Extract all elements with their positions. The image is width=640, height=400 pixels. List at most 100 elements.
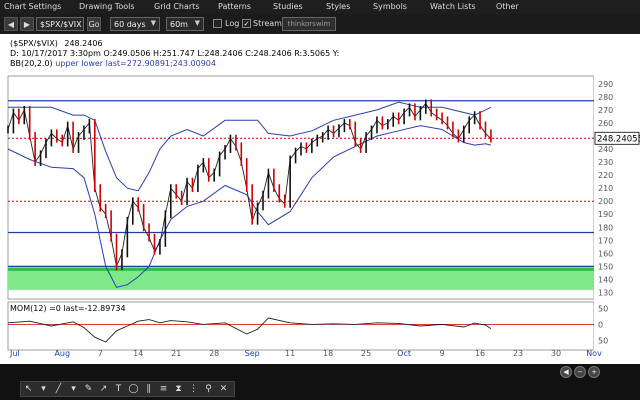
channel-tool-icon[interactable]: ∥	[141, 382, 156, 396]
x-tick-label: Jul	[9, 349, 20, 358]
forward-arrow-icon: ▶	[23, 19, 31, 29]
menu-studies[interactable]: Studies	[273, 2, 303, 11]
momentum-line	[7, 317, 492, 343]
measure-tool-icon[interactable]: ⋮	[186, 382, 201, 396]
momentum-tick-label: 50	[598, 304, 608, 313]
logo-text: Ameritrade	[14, 84, 72, 94]
y-tick-label: 240	[598, 145, 613, 154]
line-dropdown-icon[interactable]: ▾	[66, 382, 81, 396]
menu-other[interactable]: Other	[496, 2, 519, 11]
interval-select[interactable]: 60m ▼	[166, 17, 204, 31]
fibonacci-tool-icon[interactable]: ≡	[156, 382, 171, 396]
chart-panel[interactable]: 248.24055 290 280 270 260 240 230 220 210 200 190 1…	[0, 34, 640, 364]
x-tick-label: Aug	[54, 349, 70, 358]
stream-checkbox[interactable]: ✓	[242, 19, 251, 28]
brand-label: thinkorswim	[287, 20, 331, 28]
drawing-tool-strip: ↖ ▾ ╱ ▾ ✎ ↗ T ◯ ∥ ≡ ⧗ ⋮ ⚲ ✕	[20, 381, 235, 397]
y-tick-label: 150	[598, 262, 613, 271]
x-tick-label: 14	[133, 349, 143, 358]
scroll-left-button[interactable]: ◀	[560, 366, 572, 378]
minus-icon: −	[577, 368, 583, 376]
menu-symbols[interactable]: Symbols	[373, 2, 407, 11]
chart-application: Chart Settings Drawing Tools Grid Charts…	[0, 0, 640, 400]
y-tick-label: 130	[598, 288, 613, 297]
last-value: 248.2406	[64, 39, 103, 48]
delete-tool-icon[interactable]: ✕	[216, 382, 231, 396]
x-tick-label: Nov	[586, 349, 602, 358]
menu-drawing-tools[interactable]: Drawing Tools	[79, 2, 135, 11]
y-tick-label: 190	[598, 210, 613, 219]
chevron-down-icon: ▼	[194, 19, 200, 27]
menu-patterns[interactable]: Patterns	[218, 2, 251, 11]
interval-value: 60m	[170, 19, 188, 29]
back-button[interactable]: ◀	[4, 17, 18, 31]
y-tick-label: 180	[598, 223, 613, 232]
zoom-in-button[interactable]: +	[588, 366, 600, 378]
go-label: Go	[88, 19, 100, 29]
thinkorswim-logo: thinkorswim	[282, 17, 336, 31]
cursor-dropdown-icon[interactable]: ▾	[36, 382, 51, 396]
pencil-icon[interactable]: ✎	[81, 382, 96, 396]
y-tick-label: 230	[598, 158, 613, 167]
back-arrow-icon: ◀	[7, 19, 15, 29]
left-arrow-icon: ◀	[563, 368, 569, 376]
ameritrade-logo: Ameritrade	[14, 84, 71, 94]
y-tick-label: 210	[598, 184, 613, 193]
price-line	[7, 102, 492, 268]
price-chart: 248.240552902802702602402302202102001901…	[7, 34, 640, 364]
x-tick-label: Oct	[397, 349, 411, 358]
menu-watch-lists[interactable]: Watch Lists	[430, 2, 476, 11]
symbol-name: ($SPX/$VIX)	[10, 39, 58, 48]
symbol-input[interactable]: $SPX/$VIX	[36, 17, 84, 31]
bb-last: last=272.90891;243.00904	[105, 59, 216, 68]
period-value: 60 days	[114, 19, 146, 29]
price-plot-frame	[7, 75, 595, 300]
period-select[interactable]: 60 days ▼	[110, 17, 160, 31]
line-tool-icon[interactable]: ╱	[51, 382, 66, 396]
y-tick-label: 270	[598, 106, 613, 115]
price-tag: 248.24055	[597, 134, 640, 144]
x-tick-label: 16	[475, 349, 485, 358]
x-tick-label: 9	[440, 349, 445, 358]
symbol-value: $SPX/$VIX	[40, 19, 82, 29]
gann-tool-icon[interactable]: ⧗	[171, 382, 186, 396]
x-tick-label: 28	[209, 349, 219, 358]
menu-styles[interactable]: Styles	[326, 2, 350, 11]
bb-series: upper lower	[55, 59, 104, 68]
x-tick-label: 25	[361, 349, 371, 358]
stream-label: Stream	[253, 19, 282, 28]
log-label: Log	[225, 19, 240, 28]
menu-grid-charts[interactable]: Grid Charts	[154, 2, 199, 11]
bollinger-label: BB(20,2.0) upper lower last=272.90891;24…	[10, 59, 216, 68]
bb-upper-line	[8, 101, 492, 192]
x-tick-label: 21	[171, 349, 181, 358]
log-checkbox[interactable]	[213, 19, 222, 28]
x-tick-label: 30	[551, 349, 561, 358]
menu-chart-settings[interactable]: Chart Settings	[4, 2, 61, 11]
y-tick-label: 260	[598, 119, 613, 128]
x-tick-label: 7	[98, 349, 103, 358]
bottom-bar: ↖ ▾ ╱ ▾ ✎ ↗ T ◯ ∥ ≡ ⧗ ⋮ ⚲ ✕ ◀ − +	[0, 364, 640, 400]
zoom-tool-icon[interactable]: ⚲	[201, 382, 216, 396]
menu-bar: Chart Settings Drawing Tools Grid Charts…	[0, 0, 640, 14]
circle-tool-icon[interactable]: ◯	[126, 382, 141, 396]
y-tick-label: 200	[598, 197, 613, 206]
chevron-down-icon: ▼	[150, 19, 156, 27]
y-tick-label: 140	[598, 275, 613, 284]
quote-line: D: 10/17/2017 3:30pm O:249.0506 H:251.74…	[10, 49, 340, 58]
y-tick-label: 290	[598, 80, 613, 89]
x-tick-label: 11	[285, 349, 295, 358]
go-button[interactable]: Go	[87, 17, 101, 31]
zoom-out-button[interactable]: −	[574, 366, 586, 378]
bb-prefix: BB(20,2.0)	[10, 59, 53, 68]
x-tick-label: 23	[513, 349, 523, 358]
x-tick-label: Sep	[245, 349, 260, 358]
cursor-icon[interactable]: ↖	[21, 382, 36, 396]
momentum-label: MOM(12) =0 last=-12.89734	[10, 304, 126, 313]
text-tool-icon[interactable]: T	[111, 382, 126, 396]
ray-tool-icon[interactable]: ↗	[96, 382, 111, 396]
y-tick-label: 220	[598, 171, 613, 180]
forward-button[interactable]: ▶	[20, 17, 34, 31]
plus-icon: +	[591, 368, 597, 376]
toolbar: ◀ ▶ $SPX/$VIX Go 60 days ▼ 60m ▼ Log ✓ S…	[0, 14, 640, 34]
